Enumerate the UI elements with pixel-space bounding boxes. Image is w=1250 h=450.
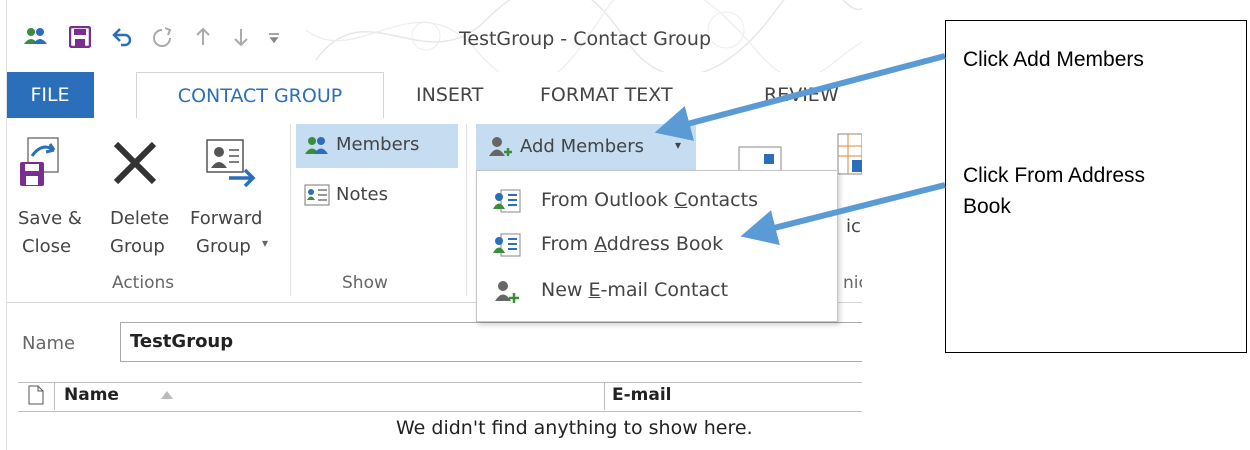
arrow-to-address-book xyxy=(740,182,946,246)
annotation-arrows xyxy=(654,53,946,246)
arrow-to-add-members xyxy=(654,53,946,141)
